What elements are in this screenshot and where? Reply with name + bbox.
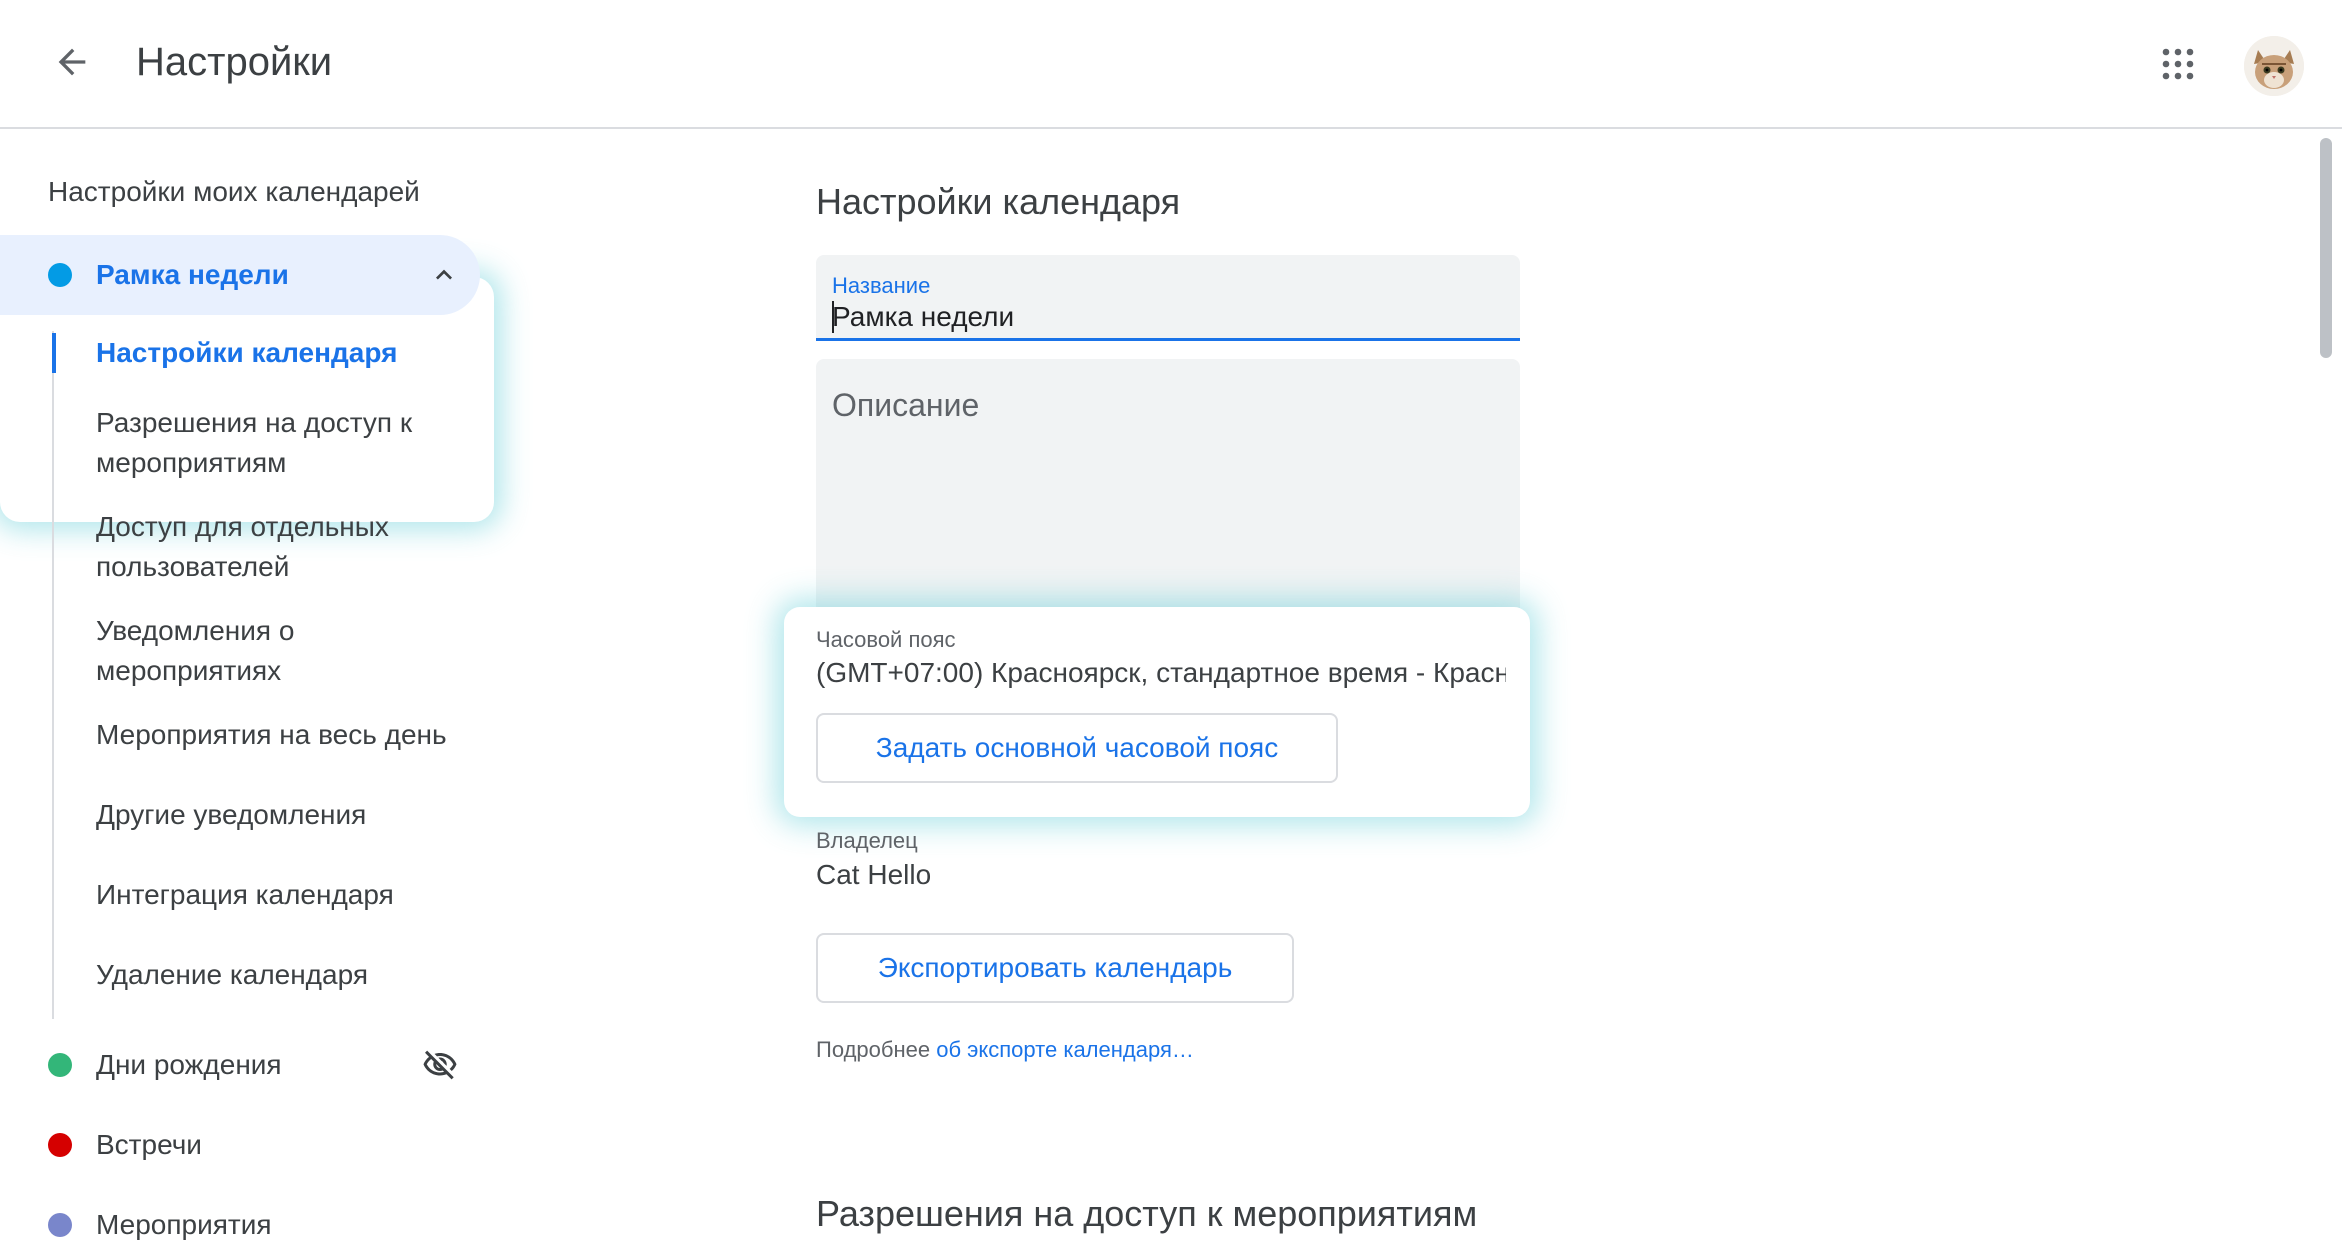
timezone-label: Часовой пояс (816, 627, 956, 652)
sidebar-calendar-week-frame[interactable]: Рамка недели (0, 235, 480, 315)
visibility-off-icon[interactable] (418, 1043, 462, 1087)
set-primary-timezone-button[interactable]: Задать основной часовой пояс (816, 713, 1338, 783)
sidebar-calendar-birthdays[interactable]: Дни рождения (0, 1025, 480, 1105)
active-indicator (52, 333, 56, 373)
calendar-color-dot (48, 1053, 72, 1077)
description-placeholder: Описание (832, 387, 980, 423)
sub-nav-other-notifications[interactable]: Другие уведомления (96, 795, 486, 835)
apps-button[interactable] (2146, 32, 2210, 96)
sub-nav-access-permissions[interactable]: Разрешения на доступ к мероприятиям (96, 403, 486, 483)
sub-nav-calendar-settings[interactable]: Настройки календаря (96, 333, 486, 373)
timezone-card: Часовой пояс (GMT+07:00) Красноярск, ста… (784, 607, 1530, 817)
timezone-select[interactable]: (GMT+07:00) Красноярск, стандартное врем… (816, 657, 1506, 689)
settings-sidebar: Настройки моих календарей Рамка недели Н… (0, 131, 480, 1258)
export-help-link[interactable]: об экспорте календаря… (936, 1037, 1194, 1062)
sub-nav-integrate-calendar[interactable]: Интеграция календаря (96, 875, 486, 915)
calendar-name: Встречи (96, 1129, 202, 1160)
calendar-color-dot (48, 1213, 72, 1237)
calendar-color-dot (48, 263, 72, 287)
calendar-name-field[interactable]: Название Рамка недели (816, 255, 1520, 341)
sub-nav-divider (52, 331, 54, 1019)
cat-avatar-icon (2244, 36, 2304, 96)
calendar-name: Дни рождения (96, 1049, 282, 1080)
section-title-access-permissions: Разрешения на доступ к мероприятиям (816, 1193, 1478, 1234)
page-title: Настройки (136, 40, 333, 84)
export-calendar-button[interactable]: Экспортировать календарь (816, 933, 1294, 1003)
calendar-name: Рамка недели (96, 259, 289, 290)
my-calendars-heading: Настройки моих календарей (48, 176, 420, 207)
sidebar-calendar-meetings[interactable]: Встречи (0, 1105, 480, 1185)
sub-nav-remove-calendar[interactable]: Удаление календаря (96, 955, 486, 995)
arrow-back-icon (58, 48, 86, 76)
owner-label: Владелец (816, 828, 918, 853)
chevron-up-icon[interactable] (424, 255, 464, 295)
sub-nav-all-day-events[interactable]: Мероприятия на весь день (96, 715, 486, 755)
top-app-bar: Настройки (0, 0, 2342, 129)
sub-nav-share-with-people[interactable]: Доступ для отдельных пользователей (96, 507, 486, 587)
text-caret (832, 301, 834, 333)
avatar[interactable] (2244, 36, 2304, 96)
calendar-name: Мероприятия (96, 1209, 272, 1240)
section-title-calendar-settings: Настройки календаря (816, 181, 1181, 222)
owner-value: Cat Hello (816, 859, 932, 890)
calendar-color-dot (48, 1133, 72, 1157)
name-field-value[interactable]: Рамка недели (832, 301, 1014, 333)
name-field-label: Название (832, 273, 931, 298)
export-help-text: Подробнее об экспорте календаря… (816, 1037, 1194, 1063)
back-button[interactable] (40, 30, 104, 94)
export-help-prefix: Подробнее (816, 1037, 937, 1062)
scrollbar-thumb[interactable] (2320, 138, 2332, 358)
apps-grid-icon (2162, 48, 2194, 80)
sidebar-calendar-events[interactable]: Мероприятия (0, 1185, 480, 1258)
sub-nav-event-notifications[interactable]: Уведомления о мероприятиях (96, 611, 486, 691)
